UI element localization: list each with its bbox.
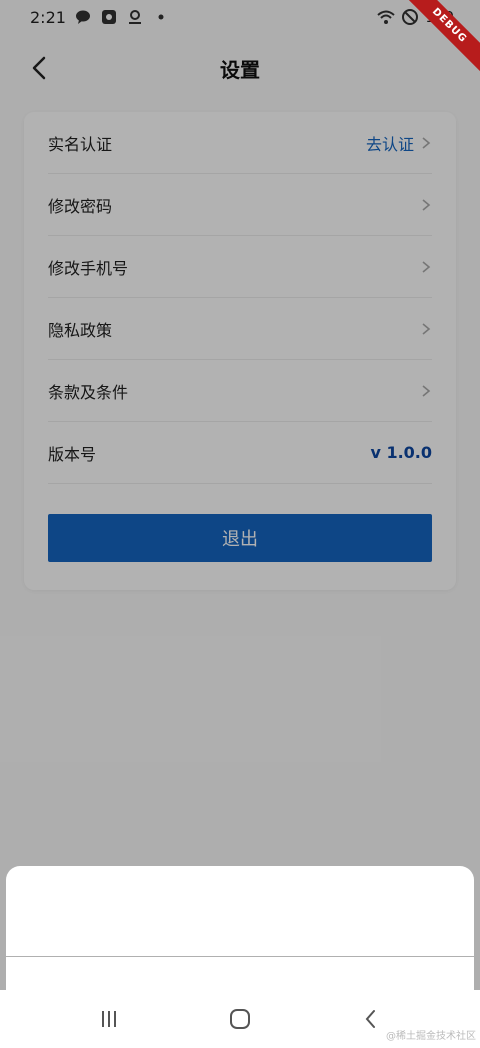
back-icon[interactable] xyxy=(358,1006,384,1032)
sheet-divider xyxy=(6,956,474,957)
watermark: @稀土掘金技术社区 xyxy=(386,1031,476,1042)
recent-apps-icon[interactable] xyxy=(96,1006,122,1032)
bottom-sheet xyxy=(6,866,474,990)
settings-screen: 2:21 DEBUG 设置 实名认证 去认证 修改密码 修改手机号 隐私政策 条… xyxy=(0,0,480,1048)
home-icon[interactable] xyxy=(227,1006,253,1032)
system-nav-bar: @稀土掘金技术社区 xyxy=(0,990,480,1048)
